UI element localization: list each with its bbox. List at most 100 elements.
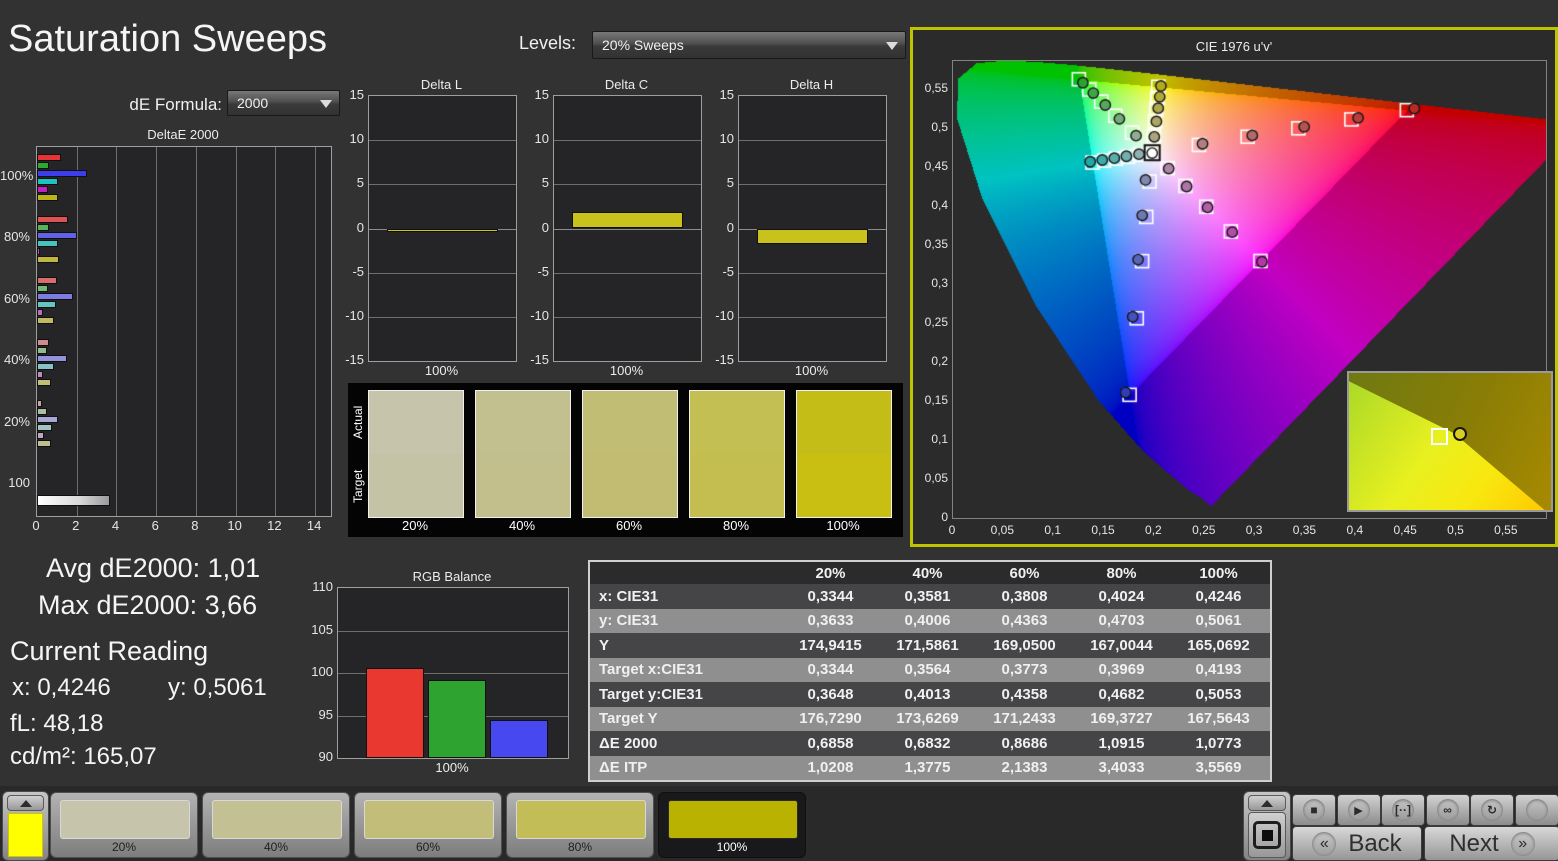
deltae-x-axis: 0 2 4 6 8 10 12 14: [32, 518, 330, 534]
sweep-button-60%[interactable]: 60%: [354, 792, 502, 858]
group-label: 40%: [3, 352, 30, 368]
table-row: Target Y 176,7290 173,6269 171,2433 169,3727…: [590, 706, 1270, 731]
gridline: [275, 147, 277, 516]
rgb-balance-y-axis: 110 105 100 95 90: [303, 579, 335, 764]
sweep-color-chip: [212, 800, 342, 839]
table-cell: 0,3581: [904, 587, 951, 605]
de-formula-dropdown[interactable]: 2000: [227, 90, 340, 116]
cie-zoom-inset: [1347, 371, 1553, 512]
delta-h-x-label: 100%: [794, 363, 829, 378]
delta-l-x-label: 100%: [424, 363, 459, 378]
axis-tick-label: -5: [352, 263, 364, 279]
table-cell: 0,4193: [1195, 661, 1242, 679]
table-cell: 167,5643: [1187, 710, 1250, 728]
table-cell: 0,6832: [904, 734, 951, 752]
actual-target-swatch: [796, 390, 892, 518]
axis-tick-label: -10: [715, 307, 734, 323]
levels-dropdown[interactable]: 20% Sweeps: [592, 31, 906, 59]
axis-tick-label: -5: [537, 263, 549, 279]
rgb-balance-x-label: 100%: [435, 760, 469, 775]
bar: [37, 277, 57, 284]
blank-button[interactable]: [1514, 794, 1558, 826]
bar: [37, 285, 48, 292]
bar: [37, 154, 61, 161]
delta-h-chart: [738, 95, 887, 362]
gridline: [554, 272, 701, 274]
bar: [366, 667, 424, 758]
axis-tick-label: 10: [534, 131, 549, 147]
gridline: [554, 228, 701, 230]
bar: [37, 301, 56, 308]
axis-tick-label: 5: [356, 175, 364, 191]
axis-tick-label: 10: [349, 131, 364, 147]
axis-tick-label: 0: [726, 219, 734, 235]
expand-up-button[interactable]: [7, 795, 44, 811]
range-icon: [··]: [1392, 799, 1414, 821]
table-cell: 0,3648: [807, 685, 854, 703]
axis-tick-label: 0,25: [924, 315, 948, 329]
axis-tick-label: 0,35: [1292, 523, 1317, 537]
rgb-balance-title: RGB Balance: [412, 569, 492, 584]
sweep-button-100%[interactable]: 100%: [658, 792, 806, 858]
axis-tick-label: 2: [72, 518, 80, 533]
expand-up-button[interactable]: [1248, 795, 1286, 811]
back-button[interactable]: « Back: [1292, 826, 1422, 861]
axis-tick-label: 0: [32, 518, 40, 533]
actual-target-swatch: [475, 390, 571, 518]
sweep-button-40%[interactable]: 40%: [202, 792, 350, 858]
de-formula-label: dE Formula:: [129, 95, 222, 114]
next-button-label: Next: [1449, 829, 1499, 857]
table-cell: 169,0500: [993, 636, 1056, 654]
table-cell: 2,1383: [1001, 759, 1048, 777]
delta-h-y-axis: 15 10 5 0 -5 -10 -15: [706, 87, 736, 367]
axis-tick-label: 0,05: [990, 523, 1015, 537]
table-cell: 0,3773: [1001, 661, 1048, 679]
actual-target-swatch: [689, 390, 785, 518]
de-formula-value: 2000: [237, 95, 269, 111]
bar: [37, 400, 42, 407]
table-cell: 3,5569: [1195, 759, 1242, 777]
table-cell: 171,2433: [993, 710, 1056, 728]
bar: [37, 362, 54, 370]
bar: [37, 408, 47, 415]
play-button[interactable]: ▶: [1336, 794, 1381, 826]
axis-tick-label: -15: [345, 352, 364, 367]
axis-tick-label: 0,1: [931, 432, 948, 446]
range-button[interactable]: [··]: [1381, 794, 1425, 826]
next-button[interactable]: Next »: [1424, 826, 1558, 861]
delta-c-title: Delta C: [604, 77, 649, 92]
single-measure-button[interactable]: [1248, 812, 1286, 858]
axis-tick-label: 15: [719, 87, 734, 102]
bar: [757, 228, 868, 245]
group-label: 20%: [3, 413, 30, 429]
axis-tick-label: 0,55: [924, 81, 948, 95]
sweep-button-20%[interactable]: 20%: [50, 792, 198, 858]
bar: [37, 309, 43, 316]
table-row-label: y: CIE31: [599, 612, 659, 630]
sweep-color-chip: [516, 800, 646, 839]
continuous-button[interactable]: ∞: [1425, 794, 1470, 826]
cie-inset-measured-point: [1453, 427, 1468, 442]
sweep-button-label: 80%: [567, 840, 593, 854]
stop-button[interactable]: ■: [1292, 794, 1336, 826]
axis-tick-label: 0,5: [931, 120, 948, 134]
target-row-label: Target: [351, 469, 365, 503]
gridline: [156, 147, 158, 516]
table-cell: 0,5061: [1195, 612, 1242, 630]
table-cell: 0,4703: [1098, 612, 1145, 630]
axis-tick-label: 90: [318, 749, 333, 764]
axis-tick-label: 14: [306, 518, 322, 533]
axis-tick-label: 0,4: [1346, 523, 1364, 537]
sweep-button-80%[interactable]: 80%: [506, 792, 654, 858]
play-icon: ▶: [1347, 799, 1370, 821]
cie-chart-title: CIE 1976 u'v': [1195, 39, 1273, 54]
actual-target-swatch-panel: Actual Target 20% 40% 60% 80% 100%: [348, 383, 903, 537]
axis-tick-label: 0,3: [931, 276, 948, 290]
axis-tick-label: 10: [719, 131, 734, 147]
loop-button[interactable]: ↻: [1470, 794, 1514, 826]
table-row: y: CIE31 0,3633 0,4006 0,4363 0,4703 0,5061: [590, 608, 1270, 633]
table-header-cell: 60%: [1009, 564, 1040, 582]
table-row-label: Target y:CIE31: [599, 685, 703, 703]
axis-tick-label: 10: [227, 518, 242, 533]
table-cell: 0,6858: [807, 734, 854, 752]
